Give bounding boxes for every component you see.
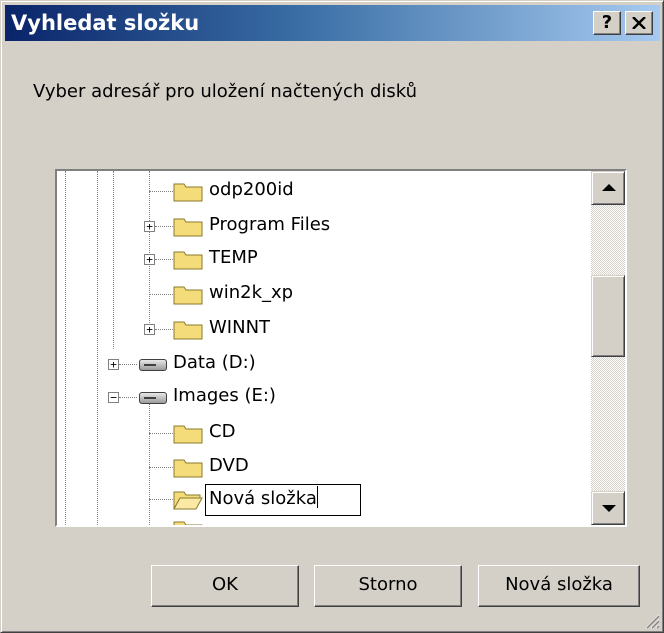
help-button[interactable]: ? xyxy=(593,11,621,35)
tree-item-images-drive[interactable]: − Images (E:) xyxy=(57,380,591,414)
text-caret xyxy=(316,486,318,508)
scroll-down-button[interactable] xyxy=(591,491,625,525)
tree-item-label: WINNT xyxy=(209,317,271,338)
tree-item-cd[interactable]: CD xyxy=(57,416,591,450)
folder-icon xyxy=(173,251,203,270)
close-button[interactable] xyxy=(625,11,653,35)
folder-icon xyxy=(173,425,203,444)
tree-item-temp[interactable]: + TEMP xyxy=(57,242,591,276)
title-bar[interactable]: Vyhledat složku ? xyxy=(5,5,660,41)
expand-toggle[interactable]: + xyxy=(144,324,155,335)
tree-item-winnt[interactable]: + WINNT xyxy=(57,312,591,346)
prompt-text: Vyber adresář pro uložení načtených disk… xyxy=(33,81,418,102)
folder-icon xyxy=(173,459,203,478)
scroll-thumb[interactable] xyxy=(591,275,625,357)
vertical-scrollbar[interactable] xyxy=(591,171,625,525)
folder-icon xyxy=(173,183,203,202)
tree-item-program-files[interactable]: + Program Files xyxy=(57,209,591,243)
tree-item-label: Images (E:) xyxy=(173,385,276,406)
tree-item-label: odp200id xyxy=(209,179,294,200)
folder-icon xyxy=(173,321,203,340)
arrow-down-icon xyxy=(602,505,616,512)
tree-item-dvd[interactable]: DVD xyxy=(57,450,591,484)
collapse-toggle[interactable]: − xyxy=(108,392,119,403)
browse-folder-dialog: Vyhledat složku ? Vyber adresář pro ulož… xyxy=(0,0,664,633)
folder-icon xyxy=(173,286,203,305)
folder-open-icon xyxy=(173,491,203,510)
cancel-button[interactable]: Storno xyxy=(314,565,462,607)
tree-item-label: Program Files xyxy=(209,214,331,235)
tree-item-label: win2k_xp xyxy=(209,282,294,303)
tree-item-label: DVD xyxy=(209,455,249,476)
expand-toggle[interactable]: + xyxy=(108,359,119,370)
close-icon xyxy=(632,16,646,30)
tree-item-label: CD xyxy=(209,421,236,442)
scroll-up-button[interactable] xyxy=(591,171,625,205)
tree-item-label: Data (D:) xyxy=(173,352,256,373)
folder-icon xyxy=(173,218,203,237)
drive-icon xyxy=(139,359,167,371)
folder-tree[interactable]: odp200id + Program Files + TEMP win2k_xp xyxy=(55,169,627,527)
arrow-up-icon xyxy=(602,184,616,191)
new-folder-label: Nová složka xyxy=(505,574,613,595)
tree-item-odp200id[interactable]: odp200id xyxy=(57,174,591,208)
drive-icon xyxy=(139,392,167,404)
new-folder-button[interactable]: Nová složka xyxy=(478,565,640,607)
tree-view[interactable]: odp200id + Program Files + TEMP win2k_xp xyxy=(57,171,591,525)
rename-input[interactable]: Nová složka xyxy=(205,484,361,516)
resize-grip-icon[interactable] xyxy=(642,611,660,629)
tree-item-data-drive[interactable]: + Data (D:) xyxy=(57,347,591,381)
tree-item-label: TEMP xyxy=(209,247,258,268)
window-title: Vyhledat složku xyxy=(11,11,200,35)
tree-item-win2k-xp[interactable]: win2k_xp xyxy=(57,277,591,311)
ok-button[interactable]: OK xyxy=(151,565,299,607)
expand-toggle[interactable]: + xyxy=(144,254,155,265)
expand-toggle[interactable]: + xyxy=(144,221,155,232)
folder-icon xyxy=(173,521,203,525)
